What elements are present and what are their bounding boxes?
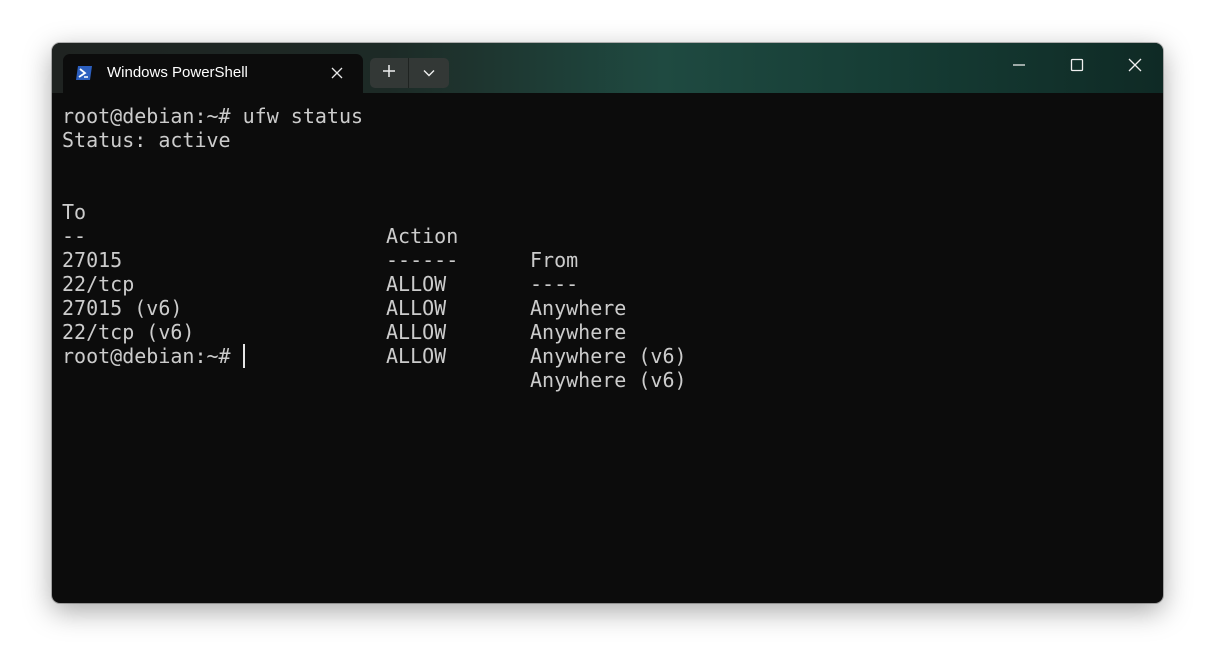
powershell-icon: [75, 65, 93, 81]
rule-from: Anywhere (v6): [530, 368, 687, 392]
prompt-line[interactable]: root@debian:~#: [62, 344, 1152, 368]
table-underline-row: -- ------ ----: [62, 200, 1152, 296]
plus-icon: [382, 64, 396, 83]
terminal-window: Windows PowerShell root@debian:~# ufw st…: [52, 43, 1163, 603]
terminal-output[interactable]: root@debian:~# ufw status Status: active…: [62, 104, 1152, 594]
minimize-icon: [1012, 58, 1026, 77]
table-row: 22/tcp (v6) ALLOW Anywhere (v6): [62, 296, 1152, 392]
status-line: Status: active: [62, 128, 231, 152]
table-row: 27015 ALLOW Anywhere: [62, 224, 1152, 320]
new-tab-button[interactable]: [370, 58, 408, 88]
maximize-button[interactable]: [1054, 47, 1100, 87]
new-tab-group: [370, 58, 449, 88]
title-bar[interactable]: Windows PowerShell: [52, 43, 1163, 93]
chevron-down-icon: [423, 64, 435, 82]
minimize-button[interactable]: [996, 47, 1042, 87]
maximize-icon: [1070, 58, 1084, 77]
close-window-button[interactable]: [1112, 47, 1158, 87]
close-icon: [1128, 58, 1142, 77]
prompt: root@debian:~#: [62, 344, 231, 368]
table-row: 22/tcp ALLOW Anywhere: [62, 248, 1152, 344]
text-cursor: [242, 344, 245, 368]
close-tab-icon[interactable]: [327, 63, 347, 83]
tab-title: Windows PowerShell: [107, 64, 248, 81]
table-header-row: To Action From: [62, 176, 1152, 272]
tab-windows-powershell[interactable]: Windows PowerShell: [63, 54, 363, 93]
table-row: 27015 (v6) ALLOW Anywhere (v6): [62, 272, 1152, 368]
command-line: root@debian:~# ufw status: [62, 104, 364, 128]
tab-dropdown-button[interactable]: [409, 58, 449, 88]
